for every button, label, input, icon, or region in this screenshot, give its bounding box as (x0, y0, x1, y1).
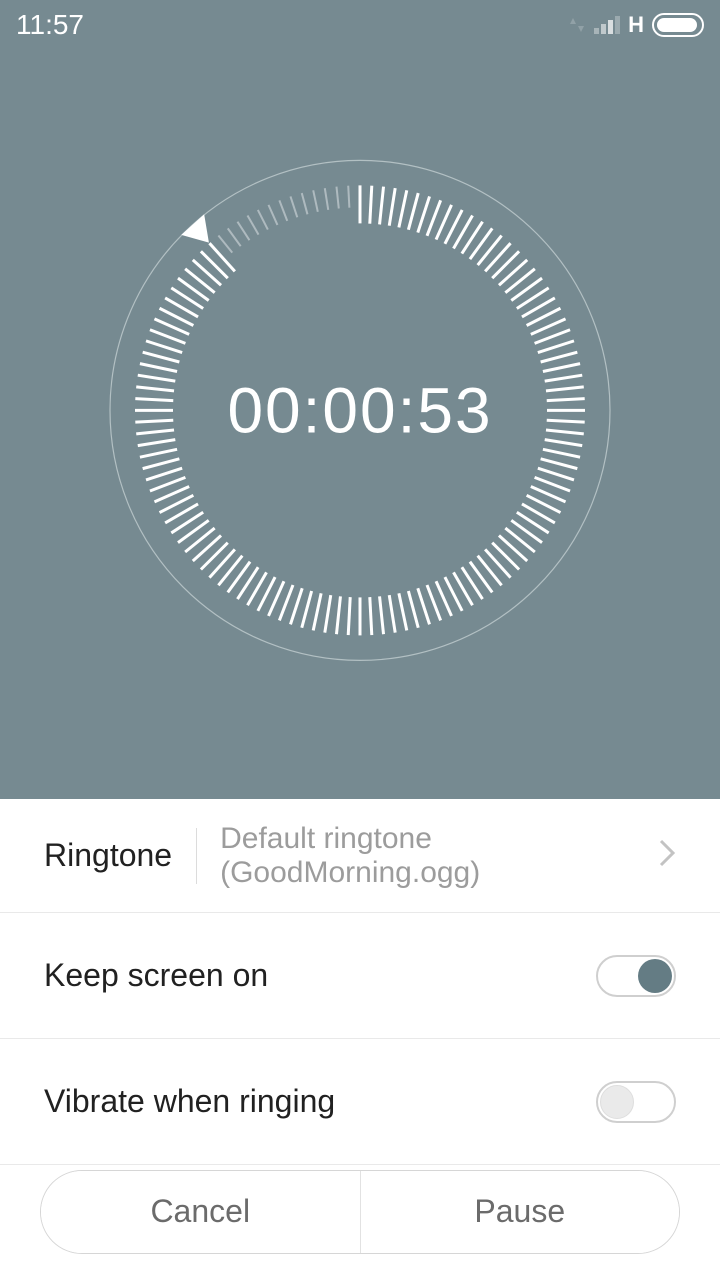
vibrate-label: Vibrate when ringing (44, 1083, 335, 1120)
signal-icon (594, 16, 620, 34)
pause-button[interactable]: Pause (360, 1171, 680, 1253)
keep-screen-row[interactable]: Keep screen on (0, 913, 720, 1039)
timer-dial[interactable]: 00:00:53 (100, 150, 620, 670)
chevron-right-icon (658, 838, 676, 873)
ringtone-value: Default ringtone (GoodMorning.ogg) (196, 822, 646, 890)
ringtone-row[interactable]: Ringtone Default ringtone (GoodMorning.o… (0, 799, 720, 913)
action-bar: Cancel Pause (0, 1165, 720, 1280)
status-bar: 11:57 H (0, 0, 720, 50)
ringtone-label: Ringtone (44, 837, 172, 874)
keep-screen-label: Keep screen on (44, 957, 268, 994)
timer-panel: 11:57 H 00:00:53 (0, 0, 720, 799)
keep-screen-toggle[interactable] (596, 955, 676, 997)
status-time: 11:57 (16, 9, 84, 41)
vibrate-row[interactable]: Vibrate when ringing (0, 1039, 720, 1165)
data-arrows-icon (568, 16, 586, 34)
settings-list: Ringtone Default ringtone (GoodMorning.o… (0, 799, 720, 1165)
status-indicators: H (568, 12, 704, 38)
timer-display: 00:00:53 (227, 373, 492, 447)
vibrate-toggle[interactable] (596, 1081, 676, 1123)
battery-icon (652, 13, 704, 37)
cancel-button[interactable]: Cancel (41, 1171, 360, 1253)
network-type: H (628, 12, 644, 38)
